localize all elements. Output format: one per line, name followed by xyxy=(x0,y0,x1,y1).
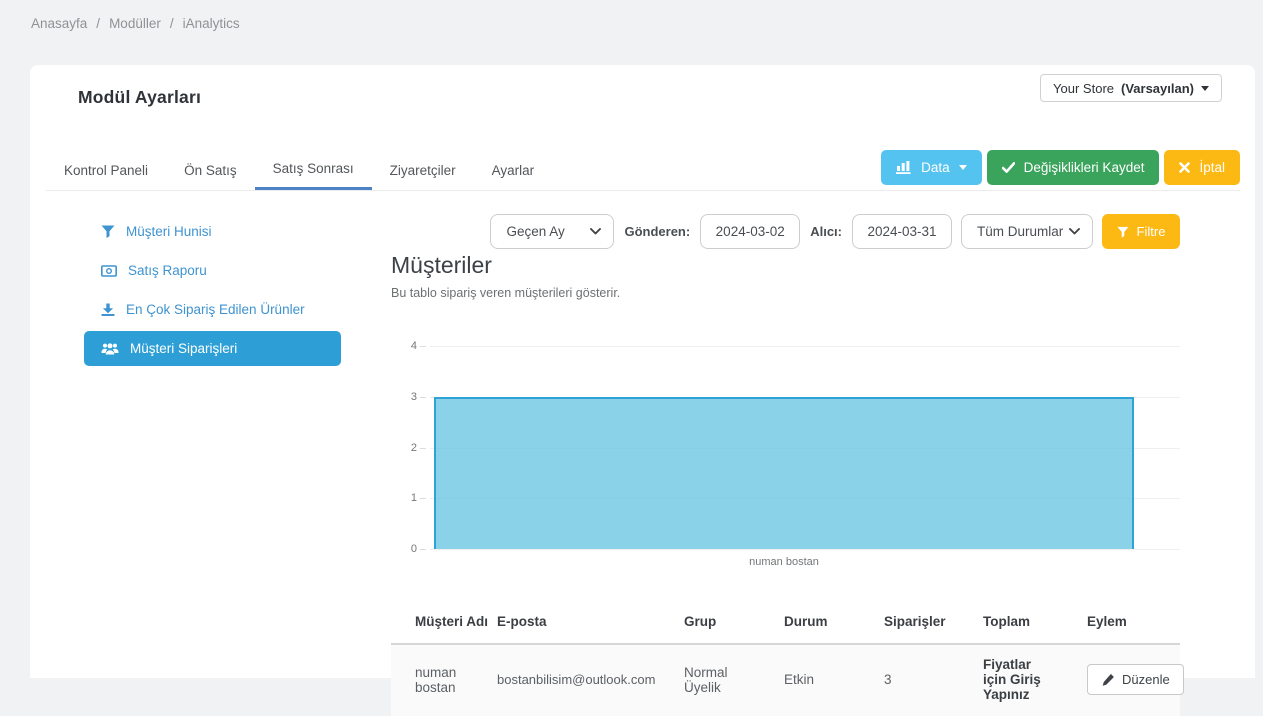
chart-y-tick-label: 1 xyxy=(411,492,417,504)
chart-plot xyxy=(430,346,1180,549)
chevron-down-icon xyxy=(590,228,601,235)
sidebar-item-musteri-hunisi[interactable]: Müşteri Hunisi xyxy=(84,214,341,249)
funnel-icon xyxy=(101,225,115,238)
sidebar-item-satis-raporu[interactable]: Satış Raporu xyxy=(84,253,341,288)
customers-bar-chart: 01234 numan bostan xyxy=(391,346,1180,581)
cancel-label: İptal xyxy=(1199,160,1225,175)
col-header-toplam: Toplam xyxy=(959,602,1063,644)
customers-table: Müşteri Adı E-posta Grup Durum Siparişle… xyxy=(391,602,1180,716)
store-selector-default: (Varsayılan) xyxy=(1121,81,1194,96)
status-select[interactable]: Tüm Durumlar xyxy=(961,214,1093,249)
x-icon xyxy=(1179,162,1190,173)
filter-row: Geçen Ay Gönderen: Alıcı: Tüm Durumlar F… xyxy=(391,214,1180,249)
cell-email: bostanbilisim@outlook.com xyxy=(473,644,660,716)
breadcrumb-modules[interactable]: Modüller xyxy=(109,16,161,31)
data-button-label: Data xyxy=(921,160,950,175)
chart-y-tick-label: 2 xyxy=(411,442,417,454)
section-subtitle: Bu tablo sipariş veren müşterileri göste… xyxy=(391,286,1180,300)
breadcrumb-home[interactable]: Anasayfa xyxy=(31,16,87,31)
money-bill-icon xyxy=(101,265,117,277)
cell-group: Normal Üyelik xyxy=(660,644,760,716)
col-header-grup: Grup xyxy=(660,602,760,644)
tab-satis-sonrasi[interactable]: Satış Sonrası xyxy=(255,150,372,190)
tab-ayarlar[interactable]: Ayarlar xyxy=(474,150,553,190)
period-select[interactable]: Geçen Ay xyxy=(490,214,614,249)
filter-button[interactable]: Filtre xyxy=(1102,214,1180,249)
sidebar-item-en-cok-siparis[interactable]: En Çok Sipariş Edilen Ürünler xyxy=(84,292,341,327)
to-date-input[interactable] xyxy=(852,214,952,249)
tab-on-satis[interactable]: Ön Satış xyxy=(166,150,255,190)
filter-button-label: Filtre xyxy=(1137,224,1166,239)
funnel-icon xyxy=(1117,226,1129,238)
chart-x-tick-label: numan bostan xyxy=(434,556,1134,568)
report-sidebar: Müşteri Hunisi Satış Raporu En Çok Sipar… xyxy=(84,214,341,370)
store-selector-label: Your Store xyxy=(1053,81,1114,96)
chevron-down-icon xyxy=(1069,228,1080,235)
chart-y-axis: 01234 xyxy=(391,346,430,549)
cell-orders: 3 xyxy=(860,644,959,716)
chart-y-tick-label: 3 xyxy=(411,391,417,403)
module-settings-card: Modül Ayarları Your Store (Varsayılan) K… xyxy=(30,65,1255,678)
cell-action: Düzenle xyxy=(1063,644,1180,716)
chart-gridline xyxy=(430,549,1180,550)
edit-button[interactable]: Düzenle xyxy=(1087,664,1184,695)
table-header-row: Müşteri Adı E-posta Grup Durum Siparişle… xyxy=(391,602,1180,644)
col-header-musteri-adi: Müşteri Adı xyxy=(391,602,473,644)
cancel-button[interactable]: İptal xyxy=(1164,150,1240,185)
customers-table-wrap: Müşteri Adı E-posta Grup Durum Siparişle… xyxy=(391,602,1180,716)
data-button[interactable]: Data xyxy=(881,150,982,185)
table-row: numan bostan bostanbilisim@outlook.com N… xyxy=(391,644,1180,716)
from-date-label: Gönderen: xyxy=(624,224,690,239)
col-header-eylem: Eylem xyxy=(1063,602,1180,644)
col-header-siparisler: Siparişler xyxy=(860,602,959,644)
breadcrumb-current[interactable]: iAnalytics xyxy=(183,16,240,31)
toolbar: Data Değişiklikleri Kaydet İptal xyxy=(881,150,1240,190)
page-title: Modül Ayarları xyxy=(78,87,201,108)
cell-customer-name: numan bostan xyxy=(391,644,473,716)
tab-ziyaretciler[interactable]: Ziyaretçiler xyxy=(372,150,474,190)
bar-chart-icon xyxy=(896,160,912,174)
check-icon xyxy=(1002,162,1015,173)
breadcrumb-separator: / xyxy=(170,16,174,31)
from-date-input[interactable] xyxy=(700,214,800,249)
breadcrumb: Anasayfa / Modüller / iAnalytics xyxy=(31,16,240,31)
to-date-label: Alıcı: xyxy=(810,224,842,239)
pencil-icon xyxy=(1101,673,1114,686)
store-selector-button[interactable]: Your Store (Varsayılan) xyxy=(1040,74,1222,102)
tab-bar: Kontrol Paneli Ön Satış Satış Sonrası Zi… xyxy=(46,150,1240,191)
save-changes-button[interactable]: Değişiklikleri Kaydet xyxy=(987,150,1160,185)
chart-y-tick-label: 0 xyxy=(411,543,417,555)
chart-y-tick-label: 4 xyxy=(411,340,417,352)
chart-gridline xyxy=(430,346,1180,347)
col-header-durum: Durum xyxy=(760,602,860,644)
chart-bar xyxy=(434,397,1134,549)
users-icon xyxy=(101,342,119,355)
download-icon xyxy=(101,303,115,316)
save-changes-label: Değişiklikleri Kaydet xyxy=(1024,160,1145,175)
col-header-eposta: E-posta xyxy=(473,602,660,644)
status-select-value: Tüm Durumlar xyxy=(977,224,1063,239)
tab-kontrol-paneli[interactable]: Kontrol Paneli xyxy=(46,150,166,190)
period-select-value: Geçen Ay xyxy=(506,224,564,239)
cell-total: Fiyatlar için Giriş Yapınız xyxy=(959,644,1063,716)
cell-status: Etkin xyxy=(760,644,860,716)
section-title: Müşteriler xyxy=(391,252,1180,279)
caret-down-icon xyxy=(1201,86,1209,91)
breadcrumb-separator: / xyxy=(96,16,100,31)
caret-down-icon xyxy=(959,165,967,170)
sidebar-item-musteri-siparisleri[interactable]: Müşteri Siparişleri xyxy=(84,331,341,366)
report-main: Geçen Ay Gönderen: Alıcı: Tüm Durumlar F… xyxy=(391,214,1180,716)
edit-button-label: Düzenle xyxy=(1122,672,1170,687)
